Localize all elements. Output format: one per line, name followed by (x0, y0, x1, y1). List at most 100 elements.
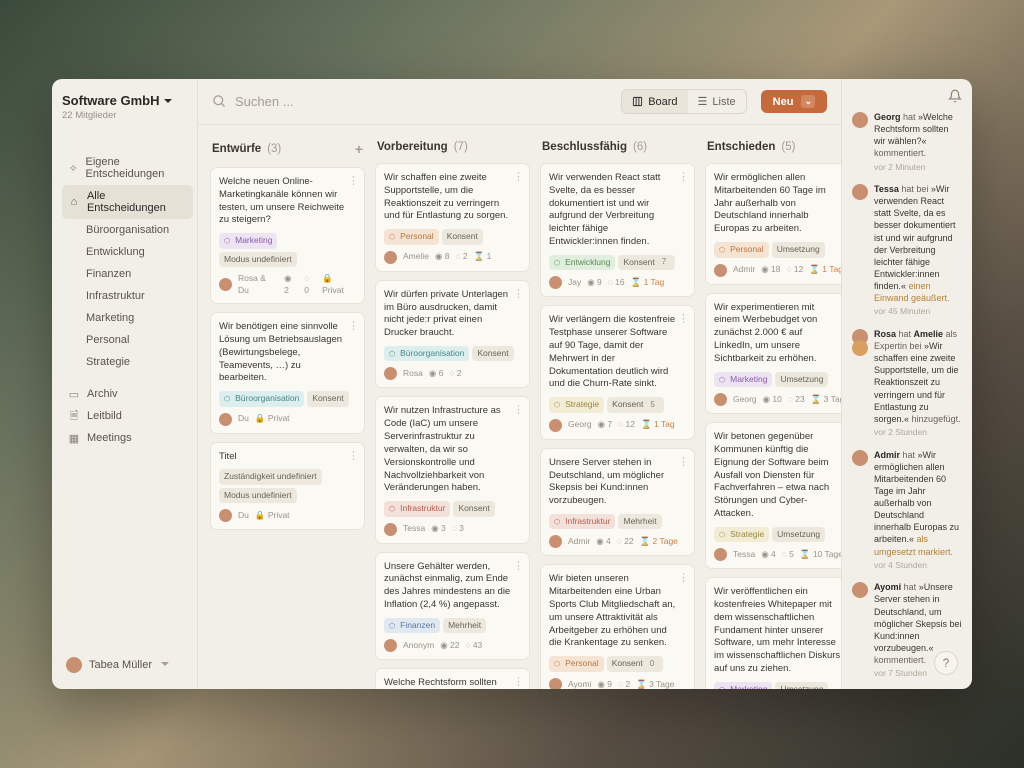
tag[interactable]: Finanzen (384, 618, 440, 633)
avatar (219, 278, 232, 291)
tag[interactable]: Marketing (714, 372, 772, 387)
tag[interactable]: Marketing (714, 682, 772, 689)
views: ◉ 4 (596, 536, 611, 547)
tag[interactable]: Umsetzung (772, 527, 825, 542)
comments: ◌ 12 (786, 264, 803, 275)
nav-all-decisions[interactable]: ⌂ Alle Entscheidungen (62, 185, 193, 219)
card[interactable]: ⋮ Wir bieten unseren Mitarbeitenden eine… (540, 564, 695, 689)
activity-item[interactable]: Admir hat »Wir ermöglichen allen Mitarbe… (852, 449, 962, 572)
nav-category-marketing[interactable]: Marketing (80, 307, 193, 329)
nav-archiv[interactable]: ▭ Archiv (62, 383, 193, 405)
card-menu-button[interactable]: ⋮ (513, 675, 523, 689)
card-menu-button[interactable]: ⋮ (513, 403, 523, 418)
card[interactable]: ⋮ Titel Zuständigkeit undefiniertModus u… (210, 442, 365, 531)
bell-icon[interactable] (948, 89, 962, 103)
tag[interactable]: Büroorganisation (219, 391, 304, 406)
card-title: Wir nutzen Infrastructure as Code (IaC) … (384, 405, 521, 495)
tag[interactable]: Modus undefiniert (219, 488, 297, 503)
card-menu-button[interactable]: ⋮ (678, 170, 688, 185)
new-button[interactable]: Neu ⌄ (761, 90, 827, 113)
tag[interactable]: Marketing (219, 233, 277, 248)
tag[interactable]: Personal (549, 656, 604, 671)
card-menu-button[interactable]: ⋮ (348, 319, 358, 334)
card[interactable]: ⋮ Wir verwenden React statt Svelte, da e… (540, 163, 695, 297)
tag[interactable]: Infrastruktur (549, 514, 615, 529)
tag[interactable]: Konsent 7 (618, 255, 675, 270)
search-input[interactable]: Suchen ... (212, 94, 607, 109)
tag[interactable]: Konsent (472, 346, 513, 361)
view-board-button[interactable]: Board (622, 90, 687, 113)
tag[interactable]: Konsent (307, 391, 348, 406)
column-beschlussfähig: Beschlussfähig (6)⋮ Wir verwenden React … (540, 141, 695, 689)
comments: ◌ 3 (452, 523, 464, 534)
card-menu-button[interactable]: ⋮ (348, 174, 358, 189)
card[interactable]: ⋮ Wir verlängern die kostenfreie Testpha… (540, 305, 695, 439)
tag[interactable]: Umsetzung (772, 242, 825, 257)
org-name: Software GmbH (62, 93, 160, 108)
view-list-button[interactable]: ☰ Liste (688, 90, 746, 113)
card[interactable]: ⋮ Wir benötigen eine sinnvolle Lösung um… (210, 312, 365, 434)
nav-category-personal[interactable]: Personal (80, 329, 193, 351)
calendar-icon: ▦ (68, 432, 80, 444)
tag[interactable]: Zuständigkeit undefiniert (219, 469, 322, 484)
card[interactable]: ⋮ Wir schaffen eine zweite Supportstelle… (375, 163, 530, 272)
card-menu-button[interactable]: ⋮ (348, 449, 358, 464)
views: ◉ 8 (435, 251, 450, 262)
card-title: Wir veröffentlichen ein kostenfreies Whi… (714, 586, 841, 676)
tag[interactable]: Konsent 5 (607, 397, 664, 412)
tag[interactable]: Umsetzung (775, 682, 828, 689)
add-card-button[interactable]: + (355, 141, 363, 157)
nav-own-decisions[interactable]: ✧ Eigene Entscheidungen (62, 151, 193, 185)
tag[interactable]: Personal (714, 242, 769, 257)
card[interactable]: ⋮ Wir experimentieren mit einem Werbebud… (705, 293, 841, 415)
tag[interactable]: Strategie (549, 397, 604, 412)
tag[interactable]: Personal (384, 229, 439, 244)
tag[interactable]: Konsent (442, 229, 483, 244)
comments: ◌ 12 (618, 419, 635, 430)
card-menu-button[interactable]: ⋮ (513, 287, 523, 302)
activity-item[interactable]: Rosa hat Amelie als Expertin bei »Wir sc… (852, 328, 962, 439)
column-header: Entwürfe (3)+ (210, 141, 365, 167)
nav-category-entwicklung[interactable]: Entwicklung (80, 241, 193, 263)
avatar (384, 523, 397, 536)
tag[interactable]: Mehrheit (443, 618, 486, 633)
card[interactable]: ⋮ Wir betonen gegenüber Kommunen künftig… (705, 422, 841, 569)
tag[interactable]: Entwicklung (549, 255, 615, 270)
nav-category-finanzen[interactable]: Finanzen (80, 263, 193, 285)
card[interactable]: ⋮ Wir ermöglichen allen Mitarbeitenden 6… (705, 163, 841, 285)
nav-category-strategie[interactable]: Strategie (80, 351, 193, 373)
card-menu-button[interactable]: ⋮ (678, 571, 688, 586)
list-icon: ☰ (698, 95, 708, 108)
activity-item[interactable]: Georg hat »Welche Rechtsform sollten wir… (852, 111, 962, 173)
activity-item[interactable]: Tessa hat bei »Wir verwenden React statt… (852, 183, 962, 318)
tag[interactable]: Konsent 0 (607, 656, 664, 671)
card[interactable]: ⋮ Wir dürfen private Unterlagen im Büro … (375, 280, 530, 389)
card-menu-button[interactable]: ⋮ (513, 559, 523, 574)
card-title: Unsere Server stehen in Deutschland, um … (549, 457, 686, 508)
tag[interactable]: Konsent (453, 501, 494, 516)
nav-category-büroorganisation[interactable]: Büroorganisation (80, 219, 193, 241)
nav-leitbild[interactable]: 🗎 Leitbild (62, 405, 193, 427)
tag[interactable]: Modus undefiniert (219, 252, 297, 267)
card[interactable]: ⋮ Welche neuen Online-Marketingkanäle kö… (210, 167, 365, 304)
nav-category-infrastruktur[interactable]: Infrastruktur (80, 285, 193, 307)
tag[interactable]: Strategie (714, 527, 769, 542)
tag[interactable]: Büroorganisation (384, 346, 469, 361)
tag[interactable]: Mehrheit (618, 514, 661, 529)
card[interactable]: ⋮ Unsere Gehälter werden, zunächst einma… (375, 552, 530, 661)
tag[interactable]: Umsetzung (775, 372, 828, 387)
card-title: Wir betonen gegenüber Kommunen künftig d… (714, 431, 841, 521)
card[interactable]: ⋮ Wir veröffentlichen ein kostenfreies W… (705, 577, 841, 689)
card-menu-button[interactable]: ⋮ (678, 455, 688, 470)
org-switcher[interactable]: Software GmbH (62, 93, 193, 108)
card-menu-button[interactable]: ⋮ (678, 312, 688, 327)
nav-meetings[interactable]: ▦ Meetings (62, 427, 193, 449)
tag[interactable]: Infrastruktur (384, 501, 450, 516)
card-menu-button[interactable]: ⋮ (513, 170, 523, 185)
card[interactable]: ⋮ Unsere Server stehen in Deutschland, u… (540, 448, 695, 557)
card[interactable]: ⋮ Wir nutzen Infrastructure as Code (IaC… (375, 396, 530, 543)
user-menu[interactable]: Tabea Müller (62, 651, 193, 679)
help-button[interactable]: ? (934, 651, 958, 675)
view-toggle: Board ☰ Liste (621, 89, 746, 114)
card[interactable]: ⋮ Welche Rechtsform sollten wir wählen? … (375, 668, 530, 689)
